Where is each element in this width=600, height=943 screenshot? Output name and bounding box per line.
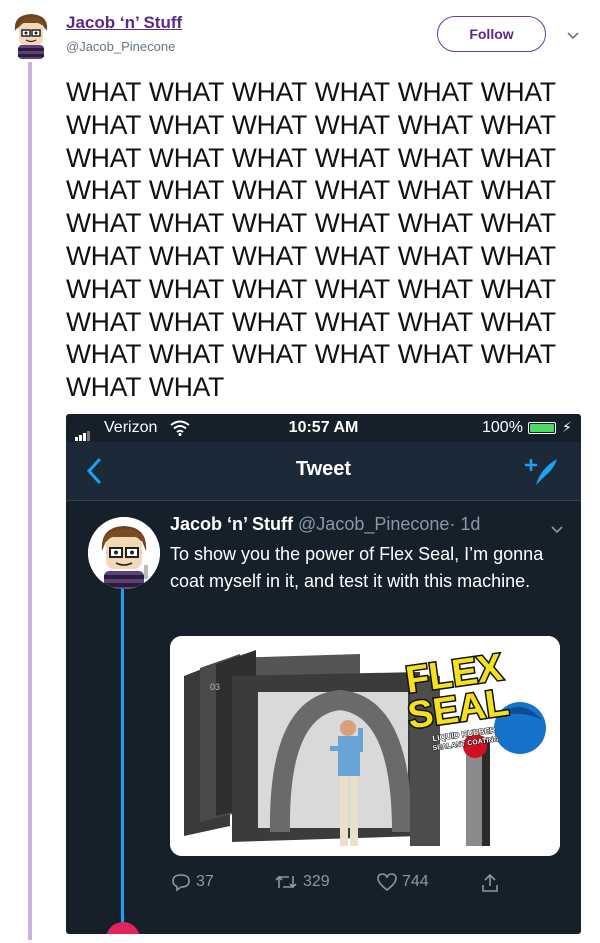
avatar[interactable] (88, 517, 160, 589)
tweet-media-image[interactable]: 03 FLEX SEAL LIQUID RUBBER SEALANT COATI… (170, 636, 560, 856)
heart-icon (377, 873, 397, 892)
follow-button[interactable]: Follow (437, 16, 546, 52)
thread-line (28, 62, 32, 940)
avatar[interactable] (9, 11, 53, 59)
share-icon (482, 873, 498, 892)
nav-bar: Tweet (66, 442, 581, 500)
embedded-screenshot: Verizon 10:57 AM 100% ⚡ Tweet Jacob ‘n’ … (66, 414, 581, 934)
display-name[interactable]: Jacob ‘n’ Stuff (170, 514, 293, 534)
battery-percent: 100% (482, 419, 523, 436)
reply-button[interactable]: 37 (170, 872, 214, 892)
tweet-text: WHAT WHAT WHAT WHAT WHAT WHAT WHAT WHAT … (66, 77, 556, 403)
share-button[interactable] (480, 872, 500, 894)
chevron-down-icon[interactable] (550, 522, 564, 536)
like-count: 744 (402, 873, 429, 890)
display-name[interactable]: Jacob ‘n’ Stuff (66, 13, 182, 33)
charging-icon: ⚡ (562, 419, 572, 435)
retweet-icon (275, 875, 297, 889)
handle[interactable]: @Jacob_Pinecone (66, 39, 175, 54)
handle[interactable]: @Jacob_Pinecone (298, 514, 449, 534)
timestamp: · 1d (449, 514, 481, 534)
thread-line (121, 589, 124, 929)
divider (66, 500, 581, 501)
status-bar: Verizon 10:57 AM 100% ⚡ (66, 414, 581, 442)
next-avatar[interactable] (106, 922, 140, 934)
reply-icon (172, 874, 190, 892)
compose-tweet-icon[interactable] (524, 455, 560, 487)
tweet-text: To show you the power of Flex Seal, I’m … (170, 544, 544, 591)
tweet-actions: 37 329 744 (170, 872, 560, 898)
machine-label: 03 (210, 682, 220, 692)
page-title: Tweet (295, 458, 352, 480)
battery-icon (528, 422, 556, 434)
like-button[interactable]: 744 (376, 872, 429, 892)
retweet-button[interactable]: 329 (273, 872, 330, 892)
chevron-down-icon[interactable] (565, 27, 581, 43)
retweet-count: 329 (303, 873, 330, 890)
reply-count: 37 (196, 873, 214, 890)
tweet-header: Jacob ‘n’ Stuff @Jacob_Pinecone· 1d (170, 514, 480, 535)
